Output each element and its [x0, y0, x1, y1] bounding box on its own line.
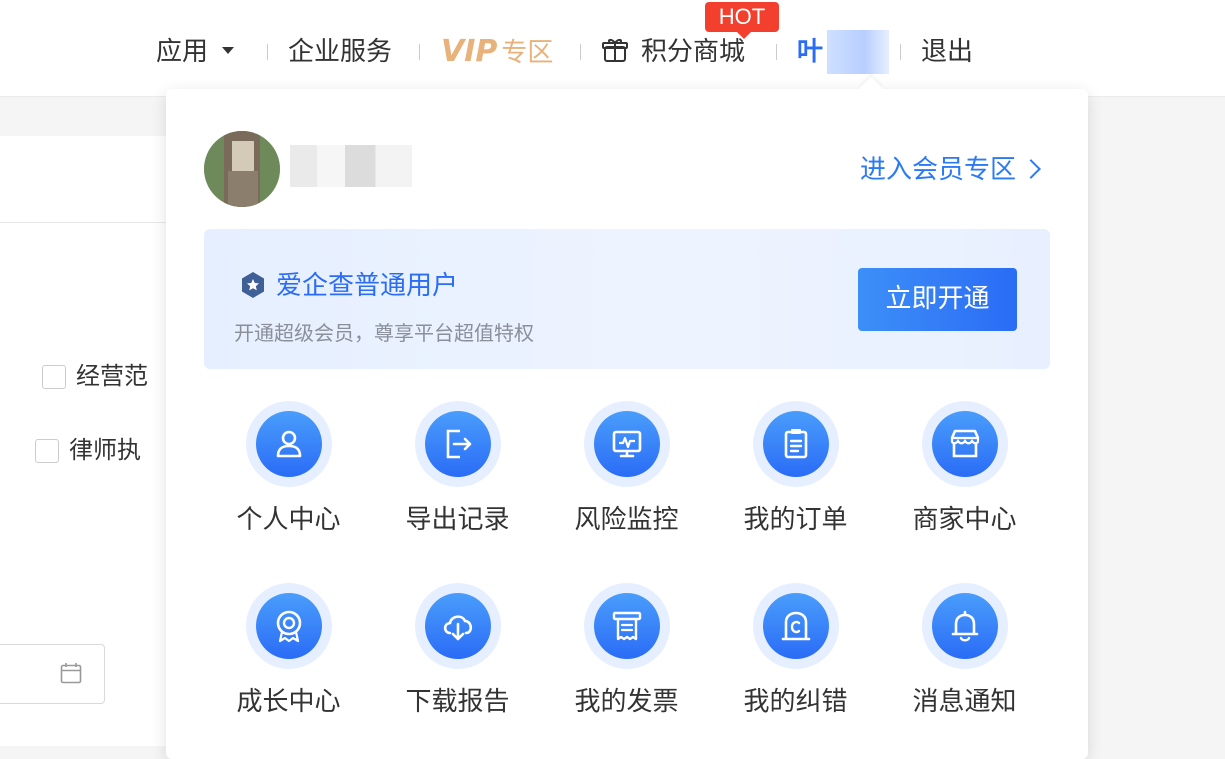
lawyer-checkbox[interactable]: 律师执 [35, 434, 141, 466]
icon-bg [425, 593, 491, 659]
user-dropdown-panel: 进入会员专区 爱企查普通用户 开通超级会员，尊享平台超值特权 立即开通 个人中心… [166, 76, 1088, 759]
member-badge-icon [242, 271, 264, 298]
export-icon [446, 429, 472, 459]
avatar[interactable] [204, 131, 280, 207]
shortcut-label: 导出记录 [405, 505, 510, 535]
icon-bg [763, 411, 829, 477]
nav-divider [900, 44, 901, 60]
enterprise-services-link[interactable]: 企业服务 [288, 30, 392, 74]
icon-circle [415, 401, 501, 487]
membership-card: 爱企查普通用户 开通超级会员，尊享平台超值特权 立即开通 [204, 229, 1050, 369]
gift-icon [602, 38, 628, 62]
nav-divider [267, 44, 268, 60]
icon-bg [763, 593, 829, 659]
shortcut-label: 我的纠错 [743, 687, 848, 717]
enter-member-zone-label: 进入会员专区 [859, 155, 1016, 185]
shortcut-label: 商家中心 [912, 505, 1017, 535]
icon-bg [594, 411, 660, 477]
shortcut-risk-monitor[interactable]: 风险监控 [542, 389, 711, 569]
shortcut-label: 下载报告 [405, 687, 510, 717]
icon-circle [415, 583, 501, 669]
shortcut-label: 成长中心 [236, 687, 341, 717]
correction-icon [781, 611, 811, 641]
checkbox-label: 经营范 [76, 362, 148, 390]
user-name: 叶 [797, 37, 824, 67]
shortcut-notifications[interactable]: 消息通知 [880, 571, 1049, 751]
shortcut-download-report[interactable]: 下载报告 [373, 571, 542, 751]
shortcut-growth-center[interactable]: 成长中心 [204, 571, 373, 751]
shortcut-label: 风险监控 [574, 505, 679, 535]
icon-bg [594, 593, 660, 659]
icon-bg [932, 411, 998, 477]
top-navbar: 应用 企业服务 VIP 专区 积分商城 叶 退出 HOT [0, 0, 1225, 97]
calendar-icon [60, 663, 82, 684]
vip-zone-link[interactable]: VIP 专区 [441, 30, 553, 74]
icon-circle [922, 401, 1008, 487]
shortcut-label: 我的订单 [743, 505, 848, 535]
person-icon [276, 430, 302, 458]
caret-down-icon [222, 47, 235, 54]
monitor-icon [612, 430, 642, 458]
chevron-right-icon [1021, 158, 1041, 179]
checkbox-box[interactable] [42, 365, 66, 389]
nav-divider [580, 44, 581, 60]
background-divider [0, 222, 170, 223]
membership-subtitle: 开通超级会员，尊享平台超值特权 [234, 321, 534, 345]
apps-menu[interactable]: 应用 [156, 30, 235, 74]
open-membership-button[interactable]: 立即开通 [858, 268, 1017, 331]
clipboard-icon [784, 429, 808, 459]
icon-bg [256, 411, 322, 477]
shortcut-my-corrections[interactable]: 我的纠错 [711, 571, 880, 751]
vip-logo: VIP [441, 34, 498, 69]
shortcut-label: 个人中心 [236, 505, 341, 535]
points-mall-label: 积分商城 [641, 37, 746, 67]
icon-bg [425, 411, 491, 477]
shortcut-export-records[interactable]: 导出记录 [373, 389, 542, 569]
shortcut-personal-center[interactable]: 个人中心 [204, 389, 373, 569]
membership-title: 爱企查普通用户 [238, 265, 458, 302]
checkbox-label: 律师执 [69, 436, 141, 464]
icon-circle [246, 583, 332, 669]
user-name-blurred [827, 30, 890, 74]
cloud-download-icon [443, 615, 473, 641]
shortcut-label: 消息通知 [912, 687, 1017, 717]
username-blurred [290, 145, 412, 187]
store-icon [950, 429, 980, 458]
icon-bg [932, 593, 998, 659]
icon-bg [256, 593, 322, 659]
icon-circle [246, 401, 332, 487]
checkbox-box[interactable] [35, 439, 59, 463]
shortcut-label: 我的发票 [574, 687, 679, 717]
membership-title-text: 爱企查普通用户 [276, 271, 459, 301]
receipt-icon [612, 611, 642, 641]
enter-member-zone-link[interactable]: 进入会员专区 [859, 149, 1041, 186]
business-scope-checkbox[interactable]: 经营范 [42, 360, 148, 392]
icon-circle [584, 583, 670, 669]
shortcut-my-invoices[interactable]: 我的发票 [542, 571, 711, 751]
apps-label: 应用 [156, 37, 209, 67]
date-picker-input[interactable] [0, 644, 105, 704]
bell-icon [951, 610, 979, 642]
vip-zone-label: 专区 [501, 38, 554, 68]
nav-menu: 应用 企业服务 VIP 专区 积分商城 叶 退出 [0, 30, 1225, 74]
logout-link[interactable]: 退出 [921, 30, 973, 74]
shortcut-merchant-center[interactable]: 商家中心 [880, 389, 1049, 569]
icon-circle [922, 583, 1008, 669]
nav-divider [419, 44, 420, 60]
shortcut-my-orders[interactable]: 我的订单 [711, 389, 880, 569]
user-menu[interactable]: 叶 [797, 30, 890, 74]
icon-circle [753, 583, 839, 669]
icon-circle [753, 401, 839, 487]
nav-divider [776, 44, 777, 60]
medal-icon [276, 610, 302, 643]
hot-badge: HOT [705, 2, 779, 39]
points-mall-link[interactable]: 积分商城 [601, 30, 745, 74]
icon-circle [584, 401, 670, 487]
